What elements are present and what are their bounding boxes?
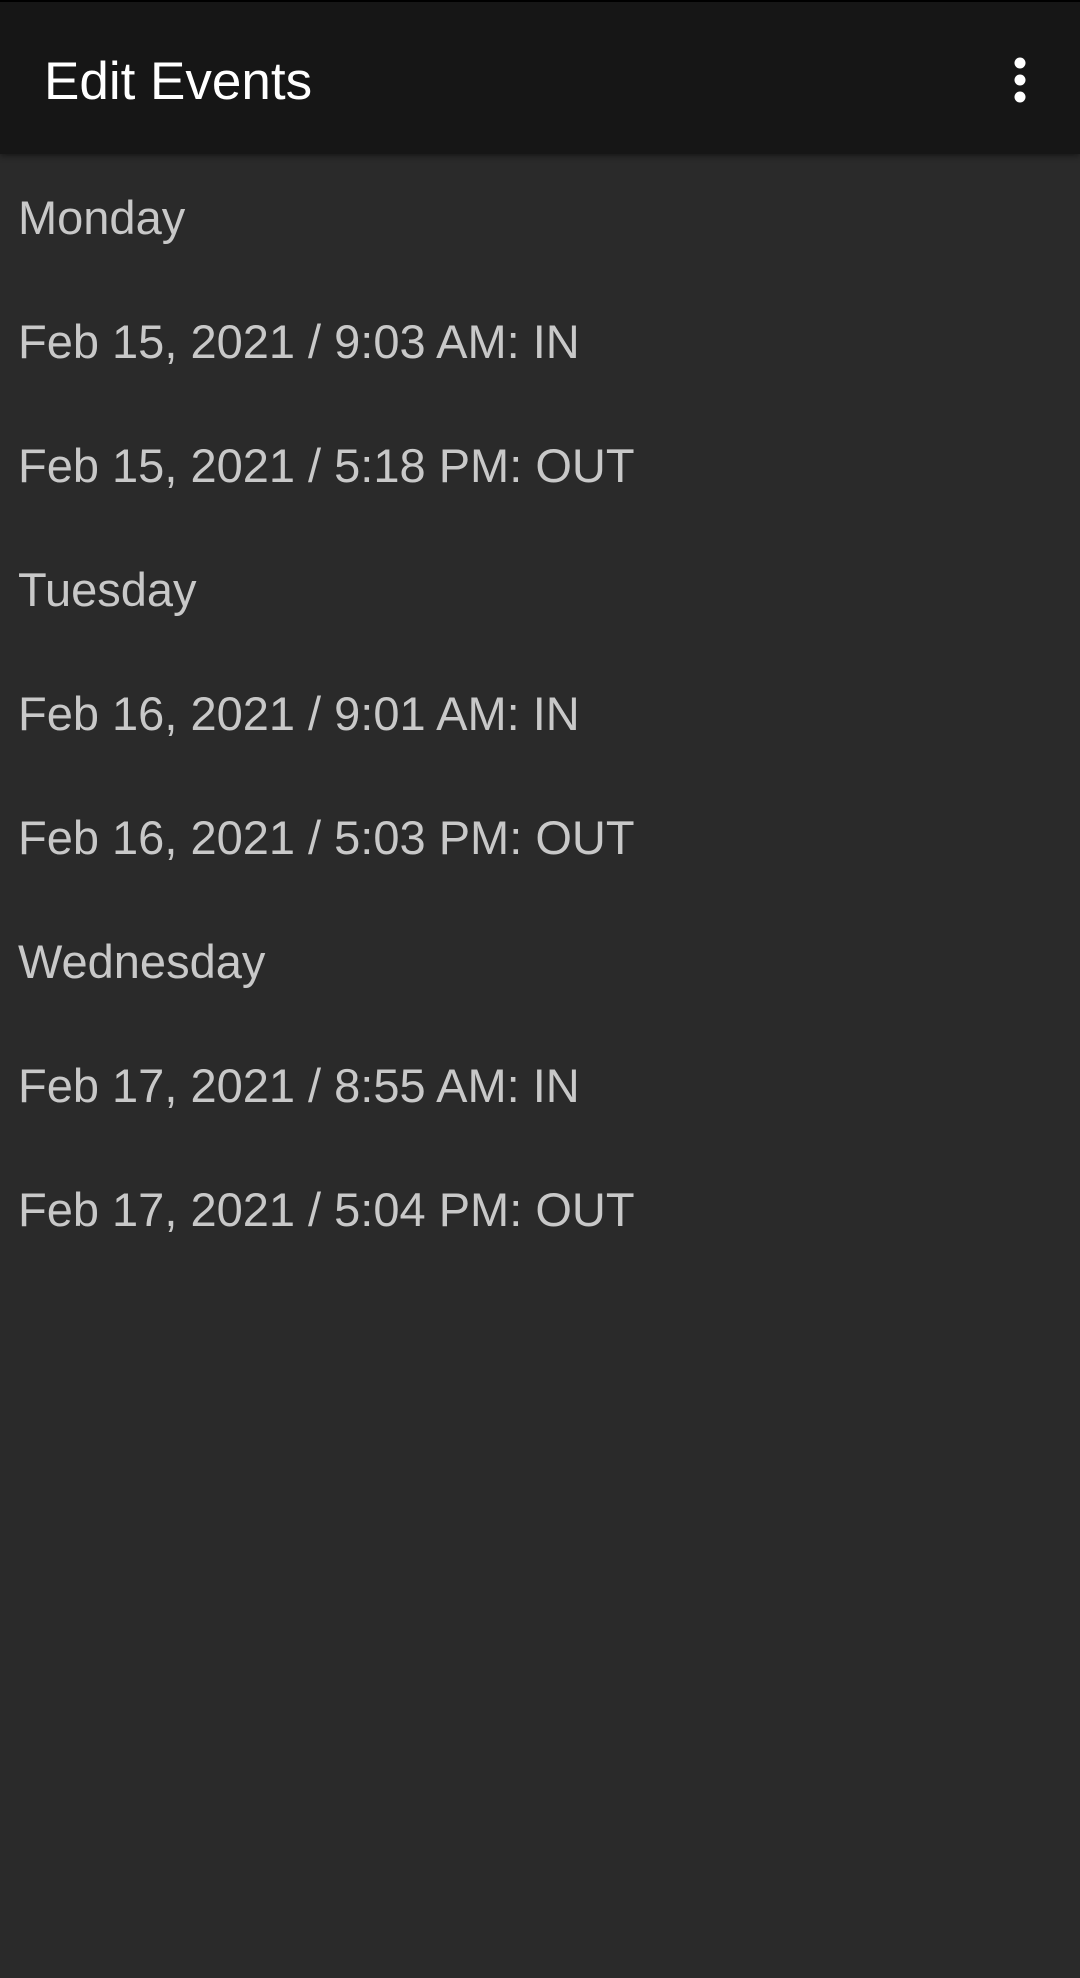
day-header-monday: Monday [18,190,186,244]
day-header-wednesday: Wednesday [18,934,266,988]
app-bar: Edit Events [0,2,1080,154]
event-item[interactable]: Feb 17, 2021 / 5:04 PM: OUT [0,1147,1080,1271]
day-header-tuesday: Tuesday [18,562,197,616]
page-title: Edit Events [44,52,313,111]
overflow-menu-button[interactable] [988,42,1052,118]
event-item[interactable]: Feb 17, 2021 / 8:55 AM: IN [0,1023,1080,1147]
event-item[interactable]: Feb 16, 2021 / 9:01 AM: IN [0,651,1080,775]
event-item[interactable]: Feb 16, 2021 / 5:03 PM: OUT [0,775,1080,899]
event-item[interactable]: Feb 15, 2021 / 9:03 AM: IN [0,279,1080,403]
edit-events-screen: Edit Events Monday Feb 15, 2021 / 9:03 A… [0,0,1080,1978]
more-vert-icon [1014,57,1026,103]
event-item[interactable]: Feb 15, 2021 / 5:18 PM: OUT [0,403,1080,527]
event-list: Monday Feb 15, 2021 / 9:03 AM: IN Feb 15… [0,155,1080,1271]
